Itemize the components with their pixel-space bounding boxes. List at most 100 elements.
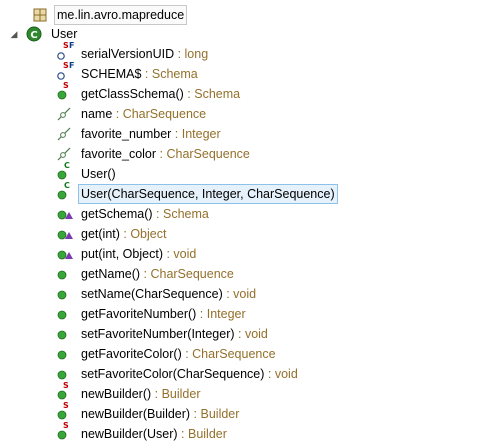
override-method-icon: [56, 226, 73, 242]
type-separator: :: [174, 47, 185, 61]
type-separator: :: [177, 427, 188, 441]
member-type: Object: [130, 227, 167, 241]
member-text: getName() : CharSequence: [78, 264, 237, 284]
member-label: getName(): [81, 267, 141, 281]
public-method-icon: [56, 346, 72, 362]
member-text: getFavoriteColor() : CharSequence: [78, 344, 279, 364]
type-separator: :: [112, 107, 123, 121]
member-label: newBuilder(): [81, 387, 152, 401]
type-separator: :: [234, 327, 245, 341]
member-text: getClassSchema() : Schema: [78, 84, 243, 104]
tree-item-member[interactable]: S F SCHEMA$ : Schema: [56, 62, 201, 84]
type-separator: :: [151, 387, 162, 401]
type-separator: :: [171, 127, 182, 141]
tree-item-member[interactable]: getSchema() : Schema: [56, 204, 212, 224]
tree-item-member[interactable]: favorite_number : Integer: [56, 124, 224, 144]
type-separator: :: [196, 307, 207, 321]
member-text: newBuilder(Builder) : Builder: [78, 404, 242, 424]
member-label: getSchema(): [81, 207, 153, 221]
member-text: serialVersionUID : long: [78, 44, 211, 64]
public-method-icon: [56, 266, 72, 282]
tree-item-member[interactable]: getFavoriteNumber() : Integer: [56, 304, 249, 324]
tree-item-member[interactable]: getName() : CharSequence: [56, 264, 237, 284]
constructor-icon: C: [56, 162, 72, 182]
type-separator: :: [181, 347, 193, 361]
member-label: getClassSchema(): [81, 87, 184, 101]
member-label: SCHEMA$: [81, 67, 142, 81]
outline-tree: me.lin.avro.mapreduce ◢ C User S FserialV…: [0, 0, 477, 443]
member-type: long: [184, 47, 209, 61]
tree-item-member[interactable]: put(int, Object) : void: [56, 244, 199, 264]
member-label: favorite_number: [81, 127, 172, 141]
tree-item-member[interactable]: get(int) : Object: [56, 224, 169, 244]
tree-item-member[interactable]: favorite_color : CharSequence: [56, 144, 253, 164]
member-text: favorite_number : Integer: [78, 124, 224, 144]
package-label: me.lin.avro.mapreduce: [54, 5, 188, 25]
member-label: name: [81, 107, 113, 121]
member-label: serialVersionUID: [81, 47, 175, 61]
tree-item-member[interactable]: SgetClassSchema() : Schema: [56, 82, 243, 104]
member-type: CharSequence: [166, 147, 250, 161]
tree-item-member[interactable]: S FserialVersionUID : long: [56, 42, 211, 64]
public-method-icon: [56, 306, 72, 322]
member-label: getFavoriteColor(): [81, 347, 182, 361]
tree-item-member[interactable]: setName(CharSequence) : void: [56, 284, 259, 304]
static-final-field-icon: SF: [56, 62, 74, 82]
tree-item-member[interactable]: setFavoriteColor(CharSequence) : void: [56, 364, 301, 384]
constructor-icon: C: [56, 182, 72, 202]
package-icon: [32, 7, 48, 23]
public-method-icon: [56, 326, 72, 342]
static-final-field-icon: SF: [56, 42, 74, 62]
type-separator: :: [190, 407, 201, 421]
override-method-icon: [56, 206, 73, 222]
member-text: User(CharSequence, Integer, CharSequence…: [78, 184, 338, 204]
member-text: setFavoriteNumber(Integer) : void: [78, 324, 271, 344]
member-type: void: [274, 367, 298, 381]
member-label: setName(CharSequence): [81, 287, 223, 301]
tree-item-member[interactable]: SnewBuilder(Builder) : Builder: [56, 402, 242, 424]
member-type: Integer: [181, 127, 221, 141]
deprecated-field-icon: [56, 146, 72, 162]
public-static-method-icon: S: [56, 382, 72, 402]
member-label: newBuilder(Builder): [81, 407, 191, 421]
member-label: setFavoriteColor(CharSequence): [81, 367, 265, 381]
type-separator: :: [141, 67, 152, 81]
member-type: Schema: [162, 207, 209, 221]
type-separator: :: [119, 227, 131, 241]
type-separator: :: [264, 367, 275, 381]
public-static-method-icon: S: [56, 82, 72, 102]
member-type: CharSequence: [122, 107, 207, 121]
public-method-icon: [56, 286, 72, 302]
member-text: getFavoriteNumber() : Integer: [78, 304, 249, 324]
tree-item-member[interactable]: setFavoriteNumber(Integer) : void: [56, 324, 271, 344]
expand-triangle-icon[interactable]: ◢: [8, 28, 20, 40]
member-text: get(int) : Object: [78, 224, 169, 244]
type-separator: :: [156, 147, 167, 161]
member-label: setFavoriteNumber(Integer): [81, 327, 235, 341]
member-type: Integer: [206, 307, 246, 321]
member-label: favorite_color: [81, 147, 157, 161]
member-type: Builder: [200, 407, 240, 421]
member-type: Schema: [194, 87, 241, 101]
member-text: setName(CharSequence) : void: [78, 284, 259, 304]
tree-item-member[interactable]: getFavoriteColor() : CharSequence: [56, 344, 279, 364]
override-method-icon: [56, 246, 73, 262]
member-label: newBuilder(User): [81, 427, 178, 441]
tree-item-member[interactable]: name : CharSequence: [56, 104, 209, 124]
member-label: getFavoriteNumber(): [81, 307, 197, 321]
member-type: void: [173, 247, 197, 261]
tree-item-package[interactable]: me.lin.avro.mapreduce: [32, 5, 188, 25]
member-text: put(int, Object) : void: [78, 244, 199, 264]
tree-item-member[interactable]: SnewBuilder(User) : Builder: [56, 422, 230, 444]
member-type: CharSequence: [150, 267, 234, 281]
member-text: newBuilder(User) : Builder: [78, 424, 230, 444]
type-separator: :: [222, 287, 234, 301]
member-text: favorite_color : CharSequence: [78, 144, 253, 164]
member-text: newBuilder() : Builder: [78, 384, 204, 404]
deprecated-field-icon: [56, 126, 72, 142]
tree-item-member[interactable]: C User(CharSequence, Integer, CharSequenc…: [56, 182, 338, 204]
public-method-icon: [56, 366, 72, 382]
public-static-method-icon: S: [56, 422, 72, 442]
member-type: Schema: [151, 67, 198, 81]
tree-item-member[interactable]: SnewBuilder() : Builder: [56, 382, 204, 404]
